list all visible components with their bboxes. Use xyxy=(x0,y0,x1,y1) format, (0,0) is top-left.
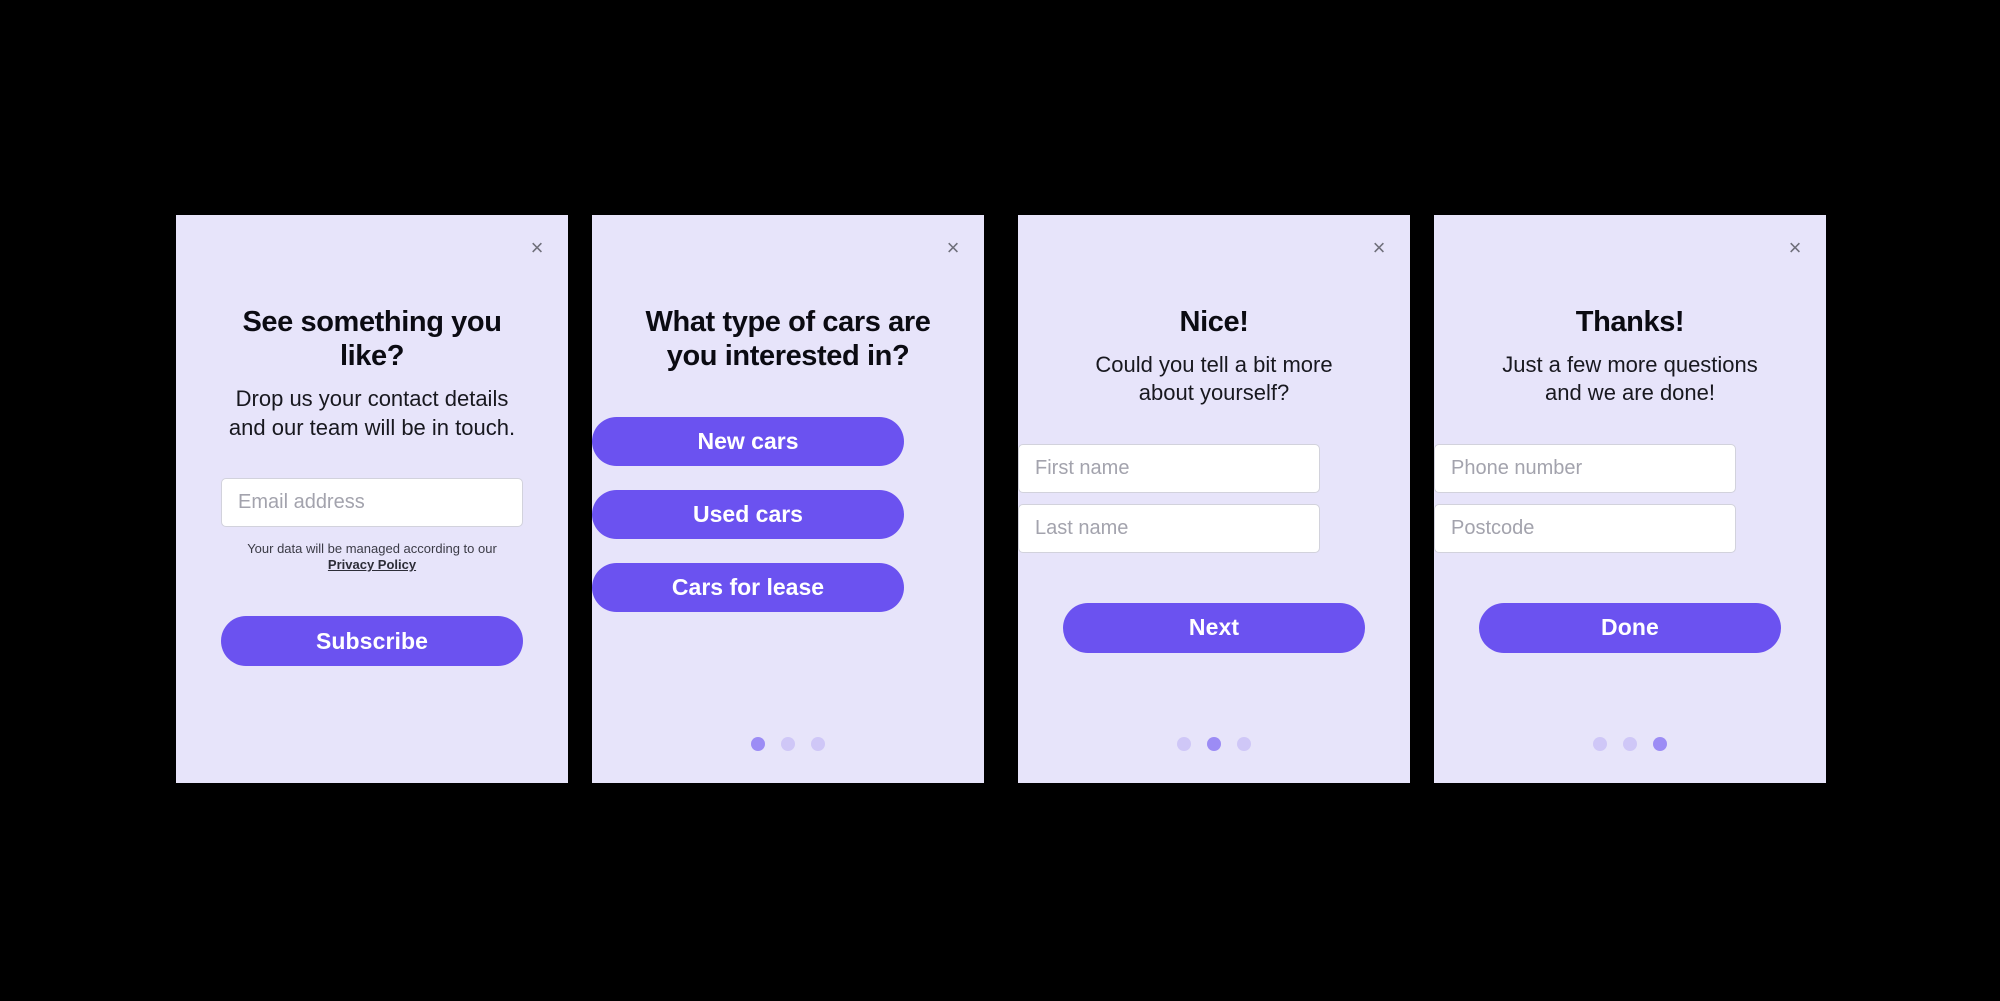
close-icon[interactable]: × xyxy=(522,233,552,263)
close-icon[interactable]: × xyxy=(1364,233,1394,263)
card-heading-group: Nice! Could you tell a bit more about yo… xyxy=(1064,305,1364,408)
page-title: Thanks! xyxy=(1575,306,1685,338)
email-field[interactable] xyxy=(221,477,523,527)
pagination-dots xyxy=(592,737,984,751)
phone-number-field[interactable] xyxy=(1434,443,1736,493)
card-subtitle-line-2: and we are done! xyxy=(1544,380,1716,406)
card-subtitle-line-2: about yourself? xyxy=(1138,380,1290,406)
postcode-field[interactable] xyxy=(1434,503,1736,553)
option-list: New cars Used cars Cars for lease xyxy=(592,417,984,613)
page-title: See something you like? xyxy=(242,306,502,373)
next-button[interactable]: Next xyxy=(1063,602,1365,653)
pagination-dot-3[interactable] xyxy=(1237,737,1251,751)
first-name-field[interactable] xyxy=(1018,443,1320,493)
pagination-dot-2[interactable] xyxy=(1623,737,1637,751)
screen-canvas: × See something you like? Drop us your c… xyxy=(0,0,2000,1001)
option-new-cars[interactable]: New cars xyxy=(592,417,904,467)
pagination-dot-1[interactable] xyxy=(751,737,765,751)
privacy-policy-link[interactable]: Privacy Policy xyxy=(328,557,416,572)
subscribe-button[interactable]: Subscribe xyxy=(221,616,523,666)
card-heading-group: Thanks! Just a few more questions and we… xyxy=(1480,305,1780,408)
page-title: Nice! xyxy=(1179,306,1249,338)
page-title-line-1: What type of cars are xyxy=(645,306,931,338)
modal-card-personal-details: × Nice! Could you tell a bit more about … xyxy=(1018,207,1418,783)
privacy-note-text: Your data will be managed according to o… xyxy=(247,540,497,556)
card-subtitle-line-2: and our team will be in touch. xyxy=(228,414,516,440)
form-fields xyxy=(1434,443,1826,553)
last-name-field[interactable] xyxy=(1018,503,1320,553)
page-title-line-2: you interested in? xyxy=(666,340,910,373)
form-fields xyxy=(1018,443,1410,553)
pagination-dot-3[interactable] xyxy=(1653,737,1667,751)
option-cars-for-lease[interactable]: Cars for lease xyxy=(592,563,904,613)
card-subtitle-line-1: Just a few more questions xyxy=(1502,352,1758,378)
close-icon[interactable]: × xyxy=(1780,233,1810,263)
modal-card-contact-details: × Thanks! Just a few more questions and … xyxy=(1434,207,1834,783)
card-subtitle: Just a few more questions and we are don… xyxy=(1480,351,1780,407)
card-subtitle: Could you tell a bit more about yourself… xyxy=(1064,351,1364,407)
card-subtitle: Drop us your contact details and our tea… xyxy=(222,385,522,441)
pagination-dot-2[interactable] xyxy=(781,737,795,751)
pagination-dots xyxy=(1018,737,1410,751)
pagination-dot-1[interactable] xyxy=(1593,737,1607,751)
card-heading-group: What type of cars are you interested in? xyxy=(638,305,938,373)
pagination-dot-3[interactable] xyxy=(811,737,825,751)
pagination-dots xyxy=(1434,737,1826,751)
privacy-note: Your data will be managed according to o… xyxy=(222,541,522,574)
done-button[interactable]: Done xyxy=(1479,602,1781,653)
card-subtitle-line-1: Drop us your contact details xyxy=(235,386,509,412)
page-title: What type of cars are you interested in? xyxy=(638,305,938,373)
close-icon[interactable]: × xyxy=(938,233,968,263)
form-fields xyxy=(221,477,523,527)
option-used-cars[interactable]: Used cars xyxy=(592,490,904,540)
pagination-dot-1[interactable] xyxy=(1177,737,1191,751)
modal-card-newsletter-signup: × See something you like? Drop us your c… xyxy=(168,207,568,783)
card-subtitle-line-1: Could you tell a bit more xyxy=(1095,352,1333,378)
card-heading-group: See something you like? Drop us your con… xyxy=(222,305,522,442)
modal-card-car-type-question: × What type of cars are you interested i… xyxy=(584,207,984,783)
pagination-dot-2[interactable] xyxy=(1207,737,1221,751)
